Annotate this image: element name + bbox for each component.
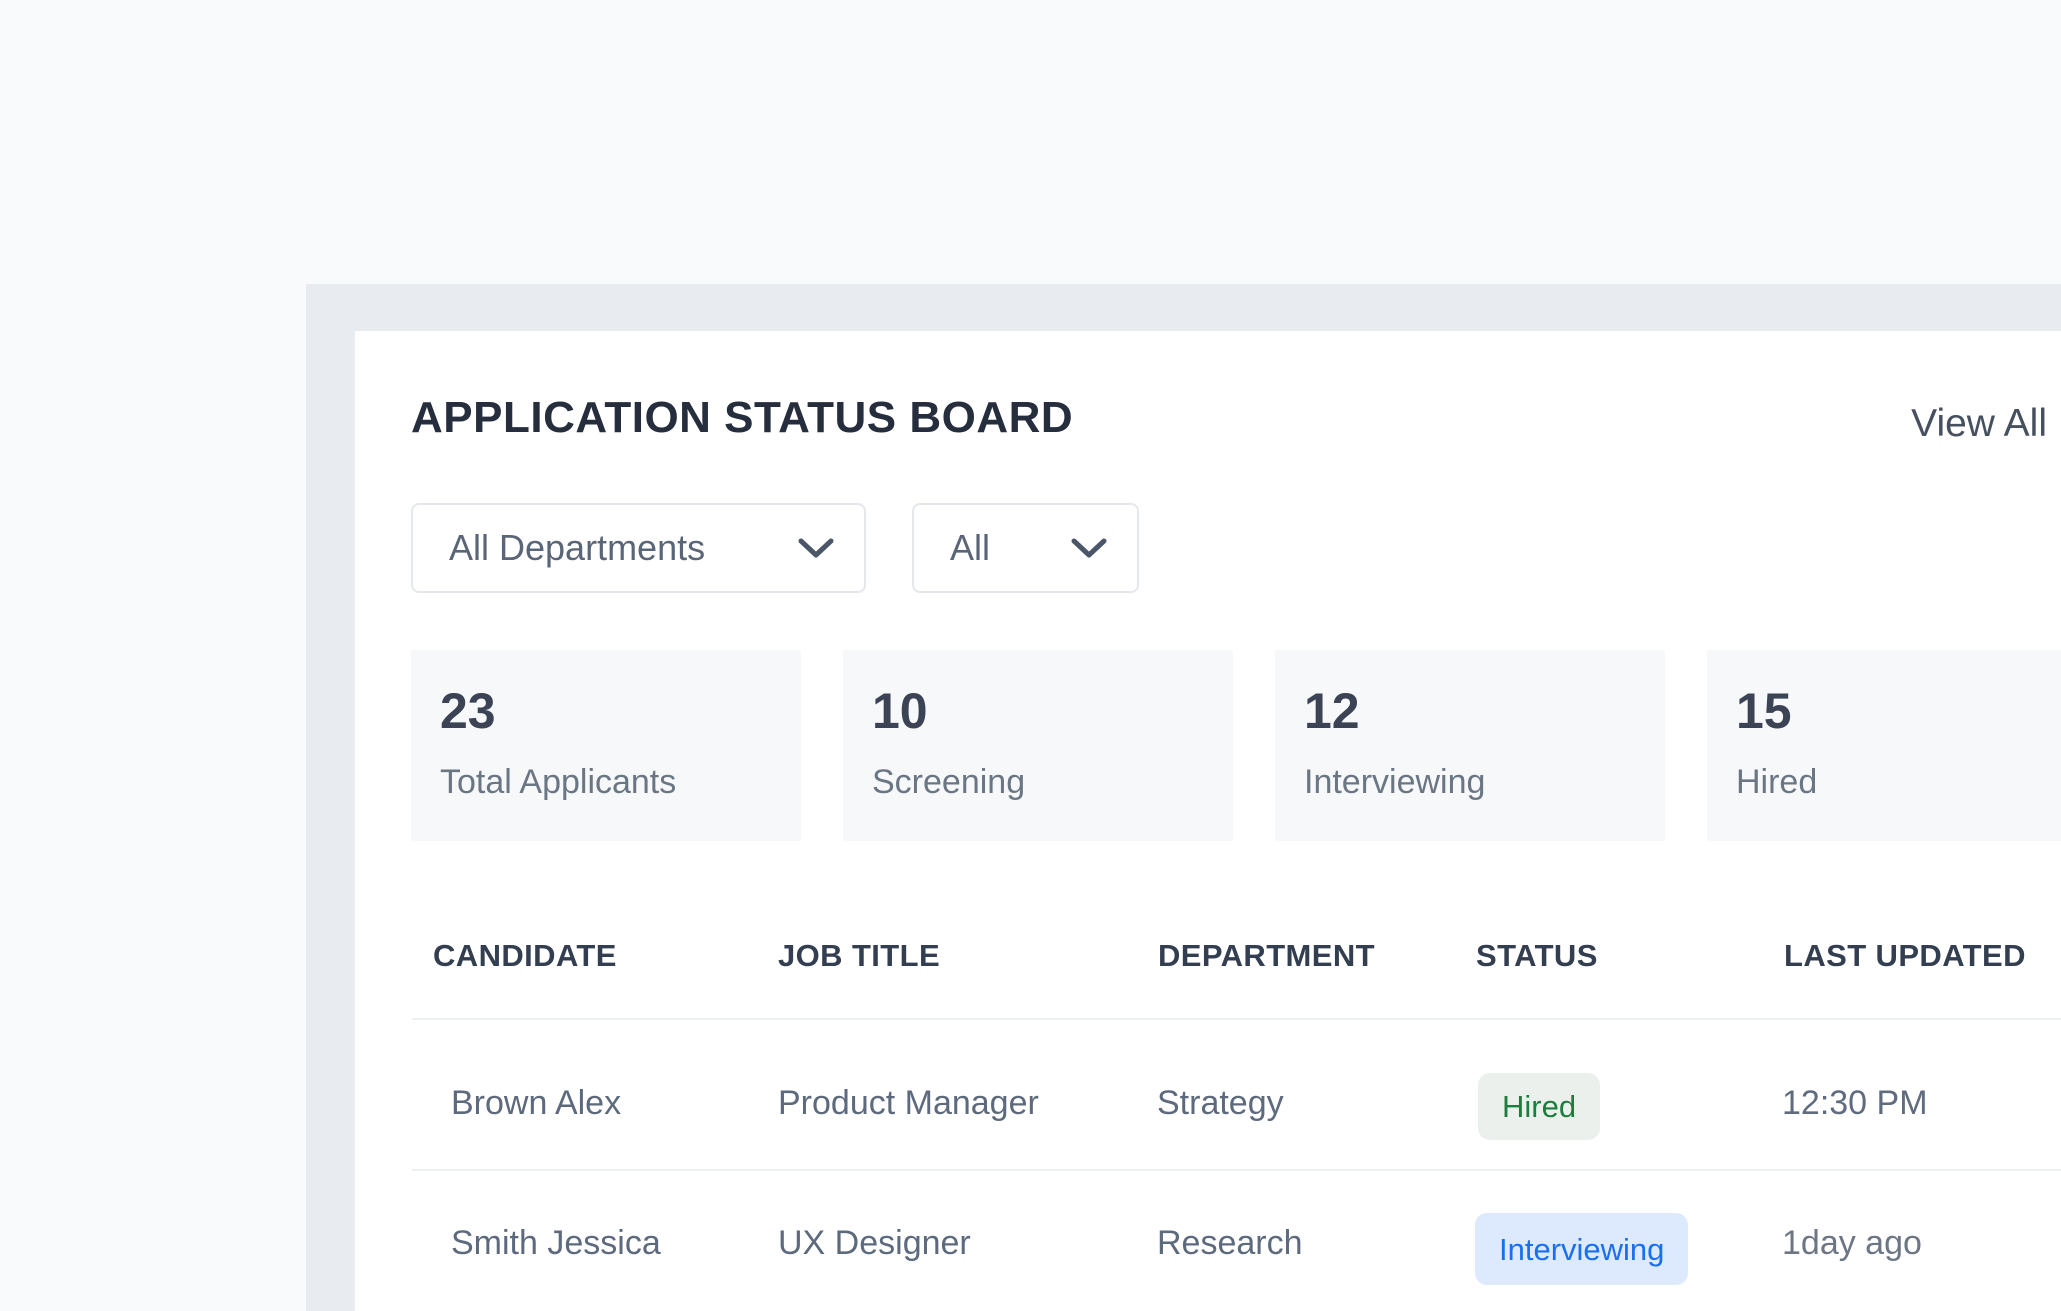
cell-candidate: Smith Jessica — [451, 1220, 661, 1268]
application-status-card: APPLICATION STATUS BOARD View All All De… — [355, 331, 2061, 1311]
column-header-candidate: CANDIDATE — [433, 936, 617, 976]
stat-value: 23 — [440, 686, 496, 736]
column-header-department: DEPARTMENT — [1158, 936, 1375, 976]
department-filter-dropdown[interactable]: All Departments — [411, 503, 866, 593]
stat-label: Hired — [1736, 762, 1817, 803]
cell-department: Research — [1157, 1220, 1303, 1268]
chevron-down-icon — [1071, 537, 1107, 559]
stat-card-screening: 10 Screening — [843, 650, 1233, 841]
cell-job-title: Product Manager — [778, 1080, 1039, 1128]
status-filter-value: All — [950, 530, 990, 566]
page-background: { "board": { "title": "APPLICATION STATU… — [0, 0, 2061, 1311]
cell-job-title: UX Designer — [778, 1220, 971, 1268]
stat-label: Interviewing — [1304, 762, 1485, 803]
chevron-down-icon — [798, 537, 834, 559]
cell-last-updated: 1day ago — [1782, 1220, 1922, 1268]
stat-card-total-applicants: 23 Total Applicants — [411, 650, 801, 841]
stat-label: Screening — [872, 762, 1025, 803]
stat-value: 15 — [1736, 686, 1792, 736]
stat-card-hired: 15 Hired — [1707, 650, 2061, 841]
stat-card-interviewing: 12 Interviewing — [1275, 650, 1665, 841]
cell-last-updated: 12:30 PM — [1782, 1080, 1928, 1128]
status-filter-dropdown[interactable]: All — [912, 503, 1139, 593]
column-header-status: STATUS — [1476, 936, 1598, 976]
view-all-link[interactable]: View All — [1911, 399, 2047, 450]
status-badge-hired: Hired — [1478, 1073, 1600, 1140]
table-row-divider — [412, 1169, 2061, 1171]
column-header-job-title: JOB TITLE — [778, 936, 940, 976]
stat-value: 10 — [872, 686, 928, 736]
department-filter-value: All Departments — [449, 530, 705, 566]
page-title: APPLICATION STATUS BOARD — [411, 389, 1073, 446]
content-panel: APPLICATION STATUS BOARD View All All De… — [306, 284, 2061, 1311]
table-header-divider — [412, 1018, 2061, 1020]
cell-department: Strategy — [1157, 1080, 1284, 1128]
stat-label: Total Applicants — [440, 762, 676, 803]
column-header-last-updated: LAST UPDATED — [1784, 936, 2026, 976]
status-badge-interviewing: Interviewing — [1475, 1213, 1688, 1285]
stat-value: 12 — [1304, 686, 1360, 736]
cell-candidate: Brown Alex — [451, 1080, 621, 1128]
